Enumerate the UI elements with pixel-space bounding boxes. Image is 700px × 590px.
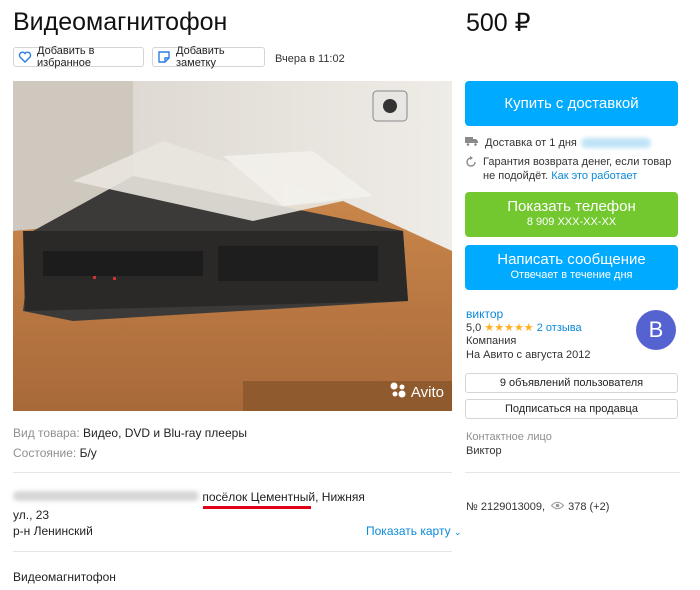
guarantee-text-2: не подойдёт. (483, 170, 549, 182)
district: р-н Ленинский (13, 524, 93, 538)
price: 500 ₽ (466, 9, 531, 37)
divider (465, 472, 680, 473)
favorites-label: Добавить в избранное (37, 45, 95, 69)
delivery-info: Доставка от 1 дня (465, 136, 651, 149)
eye-icon (550, 501, 565, 513)
listing-photo[interactable]: Avito (13, 81, 452, 411)
avito-logo-icon (389, 381, 407, 403)
condition-value: Б/у (79, 446, 97, 460)
highlight-underline (203, 506, 311, 509)
write-message-button[interactable]: Написать сообщение Отвечает в течение дн… (465, 245, 678, 290)
money-back-guarantee: Гарантия возврата денег, если товар не п… (465, 155, 680, 183)
description: Видеомагнитофон (13, 570, 116, 584)
reviews-link[interactable]: 2 отзыва (537, 322, 582, 334)
show-map-label: Показать карту (366, 524, 451, 538)
refund-icon (465, 156, 477, 183)
vcr-image (13, 81, 452, 411)
seller-type: Компания (466, 335, 517, 347)
reply-time: Отвечает в течение дня (510, 269, 633, 281)
views-count: 378 (+2) (568, 501, 610, 513)
heart-icon (18, 50, 32, 64)
item-type-label: Вид товара: (13, 426, 80, 440)
phone-masked: 8 909 XXX-XX-XX (526, 216, 617, 228)
how-it-works-link[interactable]: Как это работает (551, 170, 637, 182)
property-item-type: Вид товара: Видео, DVD и Blu-ray плееры (13, 426, 247, 440)
listing-id: № 2129013009, (466, 501, 546, 513)
avito-watermark: Avito (389, 381, 444, 403)
condition-label: Состояние: (13, 446, 77, 460)
truck-icon (465, 136, 479, 149)
contact-person-label: Контактное лицо (466, 431, 552, 443)
chevron-down-icon: ⌄ (453, 527, 462, 537)
address-street: посёлок Цементный, Нижняя (202, 490, 365, 504)
subscribe-seller-button[interactable]: Подписаться на продавца (465, 399, 678, 419)
note-icon (157, 50, 171, 64)
contact-person-name: Виктор (466, 445, 502, 457)
add-note-button[interactable]: Добавить заметку (152, 45, 265, 69)
buy-with-delivery-button[interactable]: Купить с доставкой (465, 81, 678, 126)
guarantee-text-1: Гарантия возврата денег, если товар (483, 156, 672, 168)
show-map-link[interactable]: Показать карту ⌄ (366, 524, 461, 538)
seller-name-link[interactable]: виктор (466, 307, 503, 321)
item-type-value: Видео, DVD и Blu-ray плееры (83, 426, 247, 440)
page-title: Видеомагнитофон (13, 8, 228, 36)
listing-id-views: № 2129013009, 378 (+2) (466, 501, 609, 513)
property-condition: Состояние: Б/у (13, 446, 97, 460)
write-message-label: Написать сообщение (497, 251, 646, 268)
address-redacted (13, 491, 199, 501)
show-phone-label: Показать телефон (507, 198, 636, 215)
show-phone-button[interactable]: Показать телефон 8 909 XXX-XX-XX (465, 192, 678, 237)
watermark-text: Avito (410, 383, 444, 401)
delivery-redacted (580, 137, 651, 148)
buy-delivery-label: Купить с доставкой (504, 95, 639, 112)
avatar[interactable]: В (636, 310, 676, 350)
rating-value: 5,0 (466, 322, 482, 334)
note-label: Добавить заметку (176, 45, 225, 69)
add-to-favorites-button[interactable]: Добавить в избранное (13, 45, 144, 69)
divider (13, 551, 452, 552)
delivery-text: Доставка от 1 дня (485, 136, 577, 149)
posted-date: Вчера в 11:02 (275, 53, 345, 65)
user-listings-button[interactable]: 9 объявлений пользователя (465, 373, 678, 393)
address-line2: ул., 23 (13, 508, 50, 522)
rating-stars: ★★★★★ (484, 322, 534, 334)
seller-since: На Авито с августа 2012 (466, 349, 591, 361)
divider (13, 472, 452, 473)
seller-rating: 5,0 ★★★★★ 2 отзыва (466, 321, 582, 334)
